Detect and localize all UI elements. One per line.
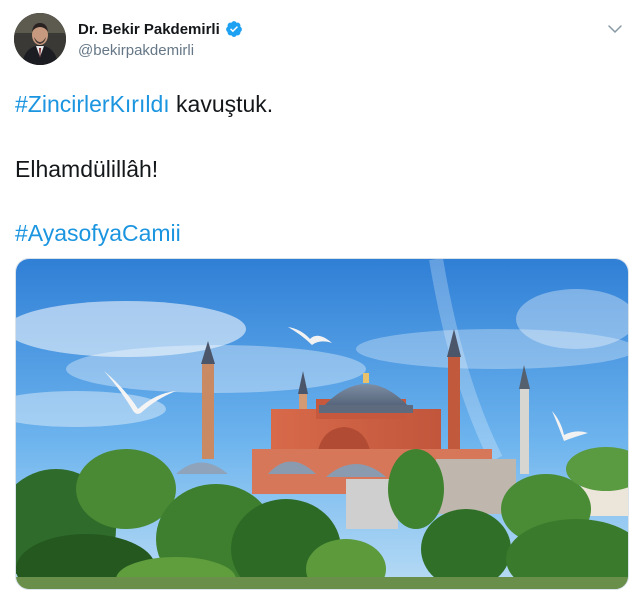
photo-hagia-sophia-icon [16, 259, 628, 589]
tweet-card: Dr. Bekir Pakdemirli @bekirpakdemirli #Z… [0, 0, 640, 601]
verified-badge-icon [225, 21, 242, 37]
tweet-text-line-2: Elhamdülillâh! [15, 156, 159, 182]
tweet-text-line-1: #ZincirlerKırıldı kavuştuk. [15, 90, 273, 118]
chevron-down-icon[interactable] [606, 20, 624, 38]
tweet-text-line-3: #AyasofyaCamii [15, 219, 181, 247]
author-avatar[interactable] [14, 13, 66, 65]
author-display-name[interactable]: Dr. Bekir Pakdemirli [78, 21, 220, 38]
hashtag-link-ayasofyacamii[interactable]: #AyasofyaCamii [15, 220, 181, 246]
hashtag-link-zincirlerkirildi[interactable]: #ZincirlerKırıldı [15, 91, 170, 117]
author-name-row[interactable]: Dr. Bekir Pakdemirli [78, 20, 243, 38]
profile-photo-icon [14, 13, 66, 65]
tweet-text-segment: kavuştuk. [169, 91, 274, 117]
tweet-media-photo[interactable] [15, 258, 629, 590]
author-handle[interactable]: @bekirpakdemirli [78, 42, 194, 59]
